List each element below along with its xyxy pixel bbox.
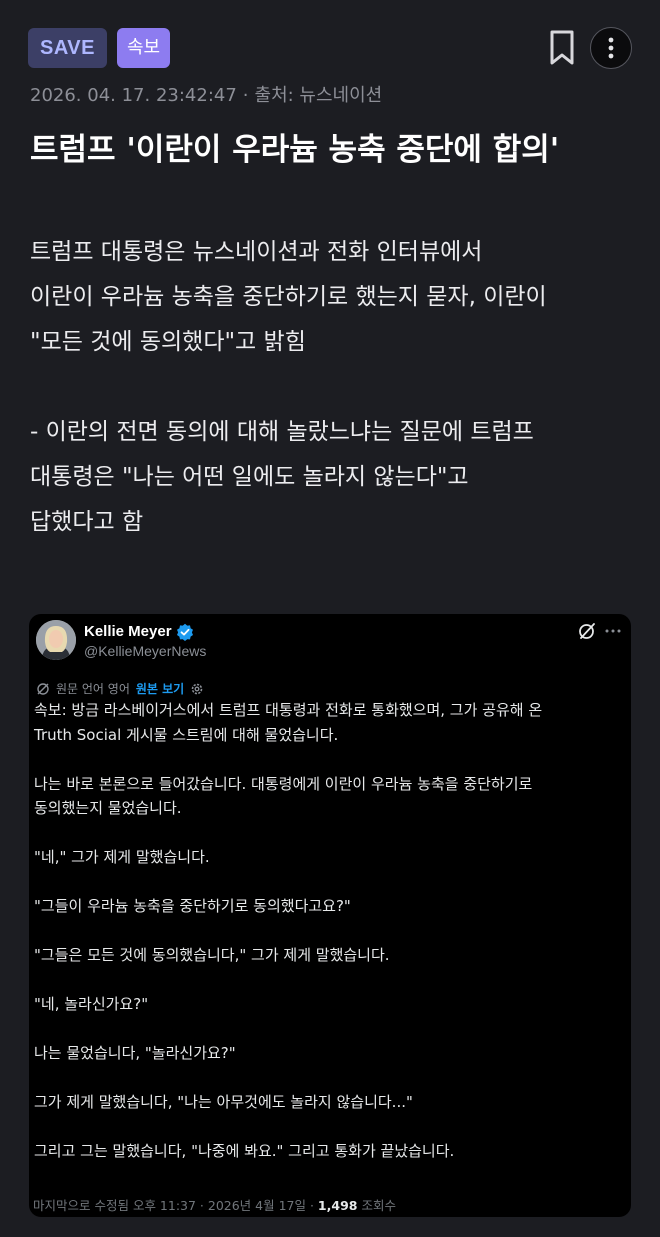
- tweet-line: "그들은 모든 것에 동의했습니다," 그가 제게 말했습니다.: [34, 946, 390, 964]
- top-bar: SAVE 속보: [28, 27, 632, 71]
- tweet-view-count: 1,498: [317, 1198, 358, 1213]
- article-source: 출처: 뉴스네이션: [254, 85, 383, 106]
- tweet-line: Truth Social 게시물 스트림에 대해 물었습니다.: [34, 725, 339, 744]
- tweet-edited-time: 마지막으로 수정됨 오후 11:37 · 2026년 4월 17일 ·: [33, 1198, 314, 1213]
- article-datetime: 2026. 04. 17. 23:42:47: [30, 85, 237, 106]
- bookmark-icon[interactable]: [548, 30, 576, 66]
- author-avatar[interactable]: [36, 620, 76, 660]
- meta-separator: ·: [242, 85, 249, 106]
- tweet-line: 동의했는지 물었습니다.: [34, 799, 182, 817]
- body-line: 이란이 우라늄 농축을 중단하기로 했는지 묻자, 이란이: [30, 284, 547, 310]
- settings-gear-icon[interactable]: [190, 682, 204, 699]
- tweet-text: 속보: 방금 라스베이거스에서 트럼프 대통령과 전화로 통화했으며, 그가 공…: [34, 698, 626, 1164]
- body-line: 답했다고 함: [30, 509, 144, 535]
- body-line: 트럼프 대통령은 뉴스네이션과 전화 인터뷰에서: [30, 239, 483, 265]
- article-title: 트럼프 '이란이 우라늄 농축 중단에 합의': [30, 132, 560, 168]
- save-badge[interactable]: SAVE: [28, 28, 107, 68]
- body-line: 대통령은 "나는 어떤 일에도 놀라지 않는다"고: [30, 464, 469, 490]
- author-name[interactable]: Kellie Meyer: [84, 623, 172, 640]
- view-original-link[interactable]: 원본 보기: [136, 682, 184, 696]
- tweet-line: "네," 그가 제게 말했습니다.: [34, 848, 210, 866]
- tweet-footer: 마지막으로 수정됨 오후 11:37 · 2026년 4월 17일 · 1,49…: [33, 1195, 396, 1214]
- tweet-line: 나는 바로 본론으로 들어갔습니다. 대통령에게 이란이 우라늄 농축을 중단하…: [34, 774, 533, 793]
- tweet-line: "그들이 우라늄 농축을 중단하기로 동의했다고요?": [34, 897, 351, 915]
- body-line: "모든 것에 동의했다"고 밝힘: [30, 329, 306, 355]
- verified-badge-icon: [176, 623, 194, 641]
- article-meta: 2026. 04. 17. 23:42:47 · 출처: 뉴스네이션: [30, 81, 382, 107]
- translate-icon: [36, 682, 50, 699]
- tweet-view-label: 조회수: [361, 1198, 396, 1213]
- tweet-line: "네, 놀라신가요?": [34, 995, 149, 1013]
- tweet-line: 나는 물었습니다, "놀라신가요?": [34, 1044, 236, 1062]
- tweet-line: 그리고 그는 말했습니다, "나중에 봐요." 그리고 통화가 끝났습니다.: [34, 1142, 455, 1160]
- translation-note: 원문 언어 영어: [56, 682, 130, 696]
- breaking-news-badge: 속보: [117, 28, 171, 68]
- tweet-line: 속보: 방금 라스베이거스에서 트럼프 대통령과 전화로 통화했으며, 그가 공…: [34, 701, 543, 719]
- body-line: - 이란의 전면 동의에 대해 놀랐느냐는 질문에 트럼프: [30, 419, 534, 445]
- author-handle[interactable]: @KellieMeyerNews: [84, 643, 206, 659]
- grok-icon[interactable]: [577, 621, 597, 641]
- tweet-line: 그가 제게 말했습니다, "나는 아무것에도 놀라지 않습니다...": [34, 1093, 413, 1111]
- translation-row: 원문 언어 영어 원본 보기: [36, 680, 204, 699]
- embedded-tweet[interactable]: Kellie Meyer @KellieMeyerNews 원문 언어 영어 원본…: [29, 614, 631, 1217]
- article-body: 트럼프 대통령은 뉴스네이션과 전화 인터뷰에서 이란이 우라늄 농축을 중단하…: [30, 230, 635, 545]
- more-horizontal-icon[interactable]: [604, 622, 622, 640]
- more-vertical-icon[interactable]: [590, 27, 632, 69]
